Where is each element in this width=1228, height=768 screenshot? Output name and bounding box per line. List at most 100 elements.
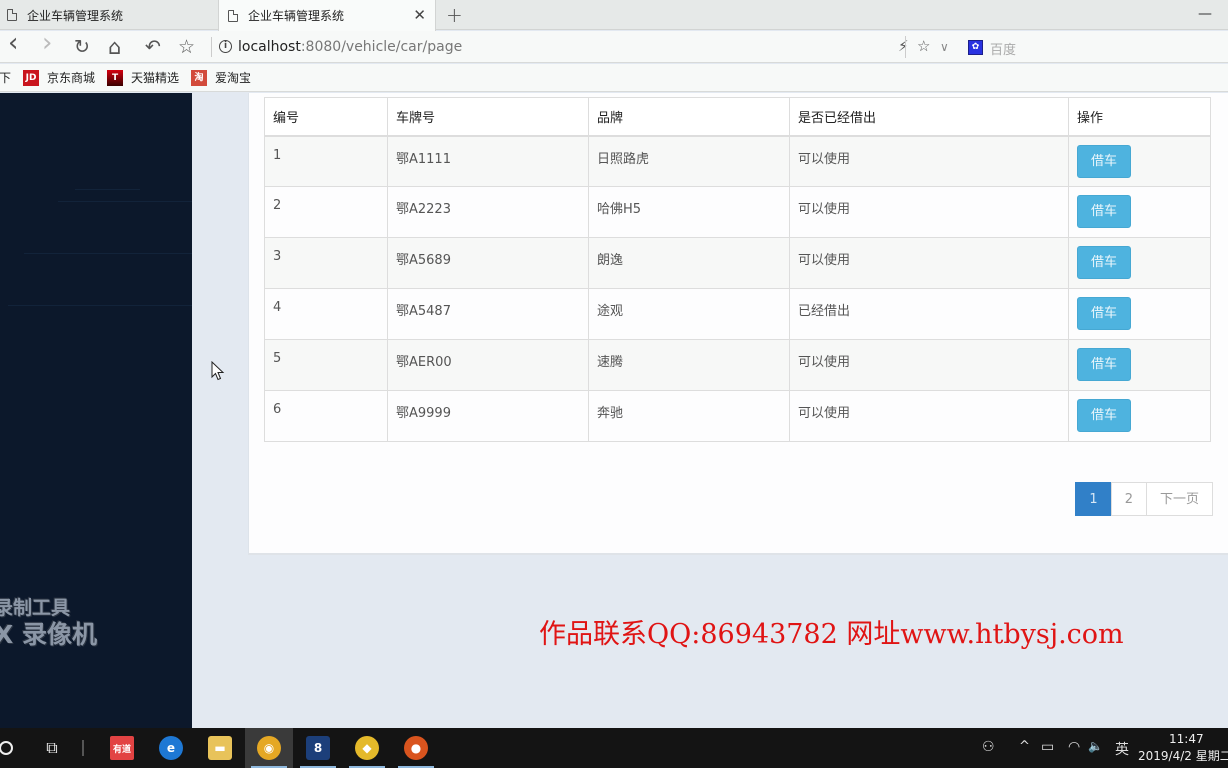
volume-icon[interactable]: 🔈 — [1088, 739, 1103, 753]
home-button[interactable]: ⌂ — [108, 35, 121, 59]
minimize-window-button[interactable]: — — [1198, 6, 1212, 22]
taskbar-app-edge[interactable]: e — [147, 728, 195, 768]
taskbar-app-file-explorer[interactable]: ▬ — [196, 728, 244, 768]
cell-id: 4 — [264, 288, 388, 340]
table-row: 6 鄂A9999 奔驰 可以使用 借车 — [264, 390, 1211, 442]
taskbar-divider — [82, 740, 84, 756]
contact-watermark: 作品联系QQ:86943782 网址www.htbysj.com — [539, 619, 1124, 650]
borrow-car-button[interactable]: 借车 — [1077, 246, 1131, 279]
cell-brand: 哈佛H5 — [588, 186, 790, 238]
divider — [8, 305, 192, 306]
header-plate: 车牌号 — [387, 97, 589, 137]
undo-close-tab-button[interactable]: ↶ — [145, 35, 161, 59]
bookmark-aitaobao[interactable]: 淘 爱淘宝 — [191, 69, 251, 86]
taskbar-app-chrome[interactable]: ◉ — [245, 728, 293, 768]
wifi-icon[interactable]: ◠ — [1068, 739, 1080, 755]
cell-action: 借车 — [1068, 390, 1211, 442]
cell-id: 3 — [264, 237, 388, 289]
table-row: 4 鄂A5487 途观 已经借出 借车 — [264, 288, 1211, 340]
reload-button[interactable]: ↻ — [74, 35, 90, 59]
bookmark-star-button[interactable]: ☆ — [178, 35, 195, 59]
people-icon[interactable]: ⚇ — [982, 739, 995, 755]
site-info-icon[interactable]: i — [219, 40, 232, 53]
bookmark-label: 爱淘宝 — [215, 71, 252, 85]
divider — [58, 201, 192, 202]
bookmark-jd[interactable]: JD 京东商城 — [23, 69, 95, 86]
file-explorer-icon: ▬ — [208, 736, 232, 760]
search-engine-input[interactable]: 百度 — [990, 39, 1016, 58]
header-action: 操作 — [1068, 97, 1211, 137]
task-view-icon: ⧉ — [46, 738, 58, 757]
taskbar-app-youdao[interactable]: 有道 — [98, 728, 146, 768]
cell-id: 2 — [264, 186, 388, 238]
table-row: 3 鄂A5689 朗逸 可以使用 借车 — [264, 237, 1211, 289]
next-page-button[interactable]: 下一页 — [1145, 482, 1213, 516]
cell-plate: 鄂A1111 — [387, 135, 589, 187]
borrow-car-button[interactable]: 借车 — [1077, 348, 1131, 381]
cell-status: 可以使用 — [789, 186, 1069, 238]
cell-plate: 鄂AER00 — [387, 339, 589, 391]
page-2-button[interactable]: 2 — [1110, 482, 1147, 516]
recorder-watermark-line1: 录制工具 — [0, 597, 71, 619]
recorder-watermark-line2: X 录像机 — [0, 619, 97, 649]
clock-date: 2019/4/2 星期二 — [1138, 749, 1228, 763]
table-row: 1 鄂A1111 日照路虎 可以使用 借车 — [264, 135, 1211, 187]
sidebar: 录制工具 X 录像机 — [0, 93, 192, 728]
back-button[interactable]: ‹ — [8, 30, 18, 56]
divider — [211, 37, 212, 57]
divider — [905, 36, 906, 58]
browser-toolbar: ‹ › ↻ ⌂ ↶ ☆ i localhost:8080/vehicle/car… — [0, 30, 1228, 63]
borrow-car-button[interactable]: 借车 — [1077, 399, 1131, 432]
forward-button[interactable]: › — [42, 30, 52, 56]
header-status: 是否已经借出 — [789, 97, 1069, 137]
browser-tab-2-active[interactable]: 企业车辆管理系统 ✕ — [218, 0, 436, 31]
bookmark-label: 天猫精选 — [131, 71, 180, 85]
bookmark-tmall[interactable]: T 天猫精选 — [107, 69, 179, 86]
table-header-row: 编号 车牌号 品牌 是否已经借出 操作 — [264, 97, 1211, 137]
cell-id: 1 — [264, 135, 388, 187]
close-tab-icon[interactable]: ✕ — [413, 6, 426, 24]
search-circle-button[interactable] — [0, 728, 30, 768]
system-clock[interactable]: 11:47 2019/4/2 星期二 — [1138, 731, 1228, 765]
lightning-icon[interactable]: ⚡ — [898, 37, 909, 55]
baidu-paw-icon[interactable]: ✿ — [968, 40, 983, 55]
battery-icon[interactable]: ▭ — [1041, 739, 1054, 755]
edge-icon: e — [159, 736, 183, 760]
new-tab-button[interactable]: + — [446, 3, 463, 27]
cell-status: 可以使用 — [789, 237, 1069, 289]
favorite-star-icon[interactable]: ☆ — [917, 37, 930, 55]
page-icon — [7, 9, 17, 21]
url-path: :8080/vehicle/car/page — [300, 39, 463, 55]
cell-brand: 奔驰 — [588, 390, 790, 442]
browser-tab-bar: 企业车辆管理系统 企业车辆管理系统 ✕ + — — [0, 0, 1228, 31]
cell-action: 借车 — [1068, 237, 1211, 289]
show-hidden-icons-chevron[interactable]: ^ — [1019, 739, 1030, 754]
taobao-logo-icon: 淘 — [191, 69, 208, 86]
pagination: 1 2 下一页 — [1075, 482, 1213, 516]
cell-plate: 鄂A5487 — [387, 288, 589, 340]
borrow-car-button[interactable]: 借车 — [1077, 297, 1131, 330]
app-8-icon: 8 — [306, 736, 330, 760]
recorder-watermark: 录制工具 X 录像机 — [0, 597, 97, 650]
bookmark-item[interactable]: 下 — [0, 69, 11, 86]
chrome-icon: ◉ — [257, 736, 281, 760]
taskbar-app-app-8[interactable]: 8 — [294, 728, 342, 768]
taskbar-app-duck-app[interactable]: ◆ — [343, 728, 391, 768]
cell-action: 借车 — [1068, 288, 1211, 340]
input-method-indicator[interactable]: 英 — [1115, 739, 1129, 759]
chevron-down-icon[interactable]: ∨ — [940, 40, 949, 54]
taskbar-app-recorder-app[interactable]: ● — [392, 728, 440, 768]
task-view-button[interactable]: ⧉ — [28, 728, 76, 768]
bookmark-label: 京东商城 — [47, 71, 96, 85]
cell-id: 6 — [264, 390, 388, 442]
cell-action: 借车 — [1068, 186, 1211, 238]
address-bar[interactable]: localhost:8080/vehicle/car/page — [238, 39, 462, 55]
car-table: 编号 车牌号 品牌 是否已经借出 操作 1 鄂A1111 日照路虎 可以使用 借车 2 鄂A… — [264, 97, 1211, 442]
browser-tab-1[interactable]: 企业车辆管理系统 — [7, 0, 217, 30]
windows-taskbar: ⧉ 有道 e ▬ ◉ 8 ◆ ● ⚇ ^ ▭ ◠ 🔈 英 11:47 2019/4/2 星期… — [0, 728, 1228, 768]
borrow-car-button[interactable]: 借车 — [1077, 144, 1131, 178]
page-1-button[interactable]: 1 — [1075, 482, 1112, 516]
borrow-car-button[interactable]: 借车 — [1077, 195, 1131, 228]
divider — [75, 189, 140, 190]
table-row: 5 鄂AER00 速腾 可以使用 借车 — [264, 339, 1211, 391]
